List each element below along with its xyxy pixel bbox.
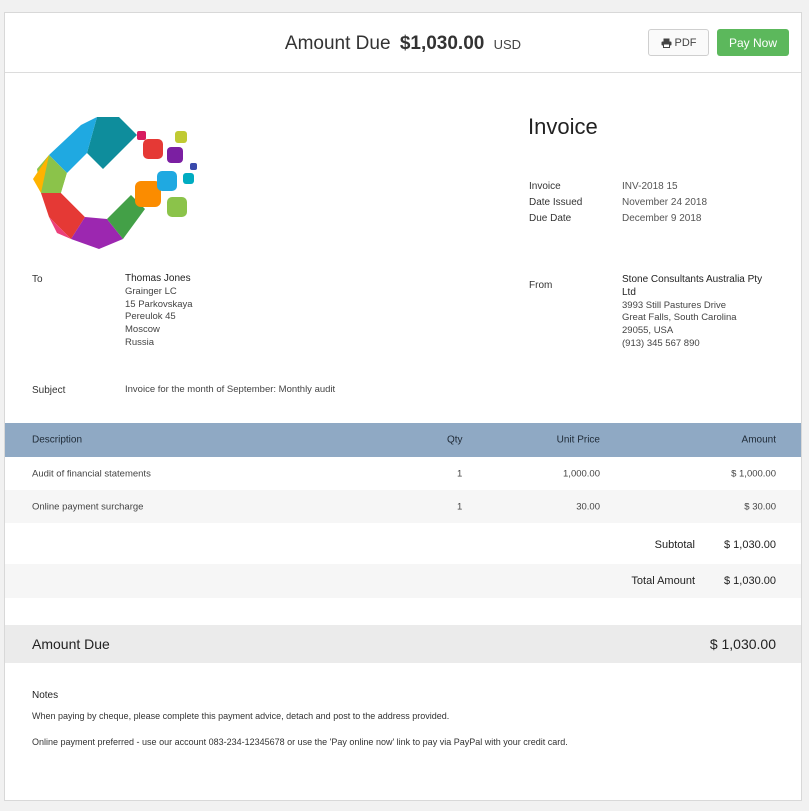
- invoice-title: Invoice: [528, 114, 598, 139]
- row-description: Audit of financial statements: [32, 468, 151, 479]
- note-line: When paying by cheque, please complete t…: [32, 711, 450, 721]
- invoice-frame: Amount Due $1,030.00 USD PDF Pay Now Inv…: [4, 12, 802, 801]
- row-amount: $ 30.00: [744, 501, 776, 512]
- due-date-label: Due Date: [529, 213, 572, 224]
- amount-due-header-label: Amount Due: [284, 33, 391, 54]
- to-address-line: 15 Parkovskaya: [125, 298, 193, 310]
- top-bar: Amount Due $1,030.00 USD PDF Pay Now: [5, 13, 801, 73]
- from-name-cont: Ltd: [622, 286, 636, 298]
- to-address-line: Moscow: [125, 324, 160, 336]
- logo-c-shape: [33, 117, 145, 249]
- col-qty: Qty: [447, 434, 463, 446]
- invoice-number-value: INV-2018 15: [622, 181, 678, 192]
- to-address-line: Pereulok 45: [125, 311, 176, 323]
- from-address-line: Great Falls, South Carolina: [622, 312, 737, 324]
- amount-due-value: $ 1,030.00: [709, 636, 776, 652]
- pdf-button[interactable]: PDF: [648, 29, 709, 56]
- to-address: Thomas Jones Grainger LC 15 Parkovskaya …: [125, 273, 193, 350]
- subtotal-value: $ 1,030.00: [724, 539, 776, 551]
- amount-due-bar: Amount Due $ 1,030.00: [5, 625, 801, 663]
- amount-due-header-value: $1,030.00: [399, 33, 485, 54]
- col-description: Description: [32, 434, 83, 446]
- subtotal-row: Subtotal $ 1,030.00: [5, 527, 801, 563]
- from-label: From: [529, 280, 553, 291]
- subject-value: Invoice for the month of September: Mont…: [125, 384, 336, 395]
- pay-now-button[interactable]: Pay Now: [717, 29, 789, 56]
- row-unit-price: 30.00: [576, 501, 600, 512]
- row-description: Online payment surcharge: [32, 501, 144, 512]
- to-address-line: Grainger LC: [125, 285, 177, 297]
- to-name: Thomas Jones: [125, 273, 191, 284]
- printer-icon: [661, 38, 671, 48]
- col-unit-price: Unit Price: [556, 434, 600, 446]
- amount-due-label: Amount Due: [32, 636, 110, 652]
- date-issued-label: Date Issued: [529, 197, 583, 208]
- invoice-number-label: Invoice: [529, 181, 561, 192]
- row-qty: 1: [457, 468, 463, 479]
- company-logo: [33, 117, 197, 249]
- row-unit-price: 1,000.00: [563, 468, 600, 479]
- notes-title: Notes: [32, 690, 59, 701]
- col-amount: Amount: [741, 434, 776, 446]
- date-issued-value: November 24 2018: [622, 197, 708, 208]
- subject-label: Subject: [32, 385, 66, 396]
- total-amount-label: Total Amount: [631, 575, 695, 587]
- to-address-line: Russia: [125, 336, 155, 348]
- from-name: Stone Consultants Australia Pty: [622, 274, 763, 285]
- pay-now-button-label: Pay Now: [728, 35, 778, 50]
- from-address-line: 29055, USA: [622, 325, 674, 337]
- table-header: Description Qty Unit Price Amount: [5, 423, 801, 457]
- to-label: To: [32, 274, 43, 285]
- table-row: Online payment surcharge 1 30.00 $ 30.00: [5, 490, 801, 523]
- from-address-line: (913) 345 567 890: [622, 337, 700, 349]
- row-qty: 1: [457, 501, 463, 512]
- note-line: Online payment preferred - use our accou…: [32, 737, 568, 747]
- subtotal-label: Subtotal: [654, 539, 695, 551]
- pdf-button-label: PDF: [674, 36, 697, 49]
- total-amount-value: $ 1,030.00: [724, 575, 776, 587]
- currency-code: USD: [493, 37, 522, 52]
- due-date-value: December 9 2018: [622, 213, 702, 224]
- table-row: Audit of financial statements 1 1,000.00…: [5, 457, 801, 490]
- from-address-line: 3993 Still Pastures Drive: [622, 299, 727, 311]
- row-amount: $ 1,000.00: [731, 468, 776, 479]
- from-address: Stone Consultants Australia Pty Ltd 3993…: [622, 274, 762, 351]
- total-amount-row: Total Amount $ 1,030.00: [5, 564, 801, 598]
